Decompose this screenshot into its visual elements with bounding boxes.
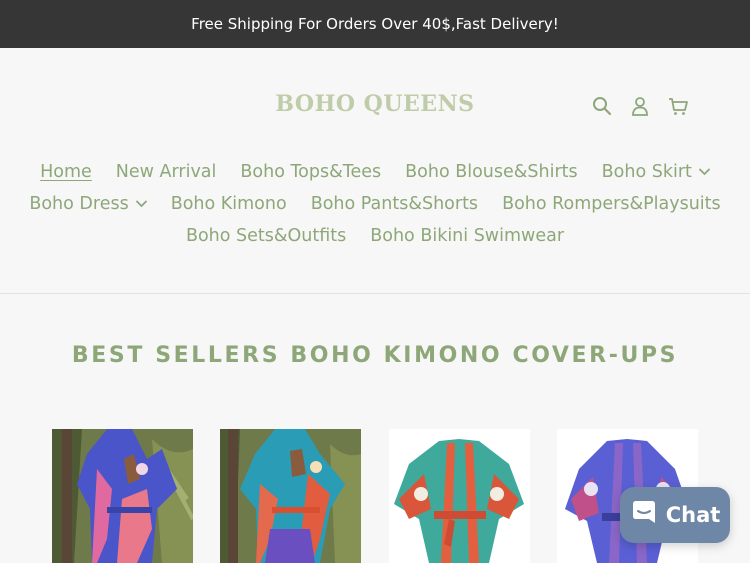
nav-row: Boho Dress Boho Kimono Boho Pants&Shorts Bo… (0, 188, 750, 220)
product-image[interactable] (220, 429, 361, 563)
nav-item-label: Boho Blouse&Shirts (405, 162, 578, 182)
product-card[interactable] (389, 429, 530, 563)
nav-item-boho-bikini-swimwear[interactable]: Boho Bikini Swimwear (370, 226, 564, 246)
product-image[interactable] (389, 429, 530, 563)
nav-item-label: Boho Skirt (601, 162, 692, 182)
nav-item-boho-blouse-shirts[interactable]: Boho Blouse&Shirts (405, 162, 578, 182)
nav-item-label: Boho Dress (29, 194, 129, 214)
nav-item-boho-skirt[interactable]: Boho Skirt (602, 162, 710, 182)
nav-item-label: Boho Kimono (170, 194, 287, 214)
nav-item-label: Boho Bikini Swimwear (370, 226, 565, 246)
chevron-down-icon (135, 200, 147, 208)
product-card[interactable] (220, 429, 361, 563)
account-icon[interactable] (628, 94, 652, 118)
nav-item-label: Boho Rompers&Playsuits (502, 194, 721, 214)
chat-icon (630, 499, 658, 532)
search-icon[interactable] (590, 94, 614, 118)
site-header: BOHO QUEENS Home New Arrival Boho Tops&Tee… (0, 48, 750, 293)
nav-item-boho-tops-tees[interactable]: Boho Tops&Tees (240, 162, 381, 182)
product-image[interactable] (52, 429, 193, 563)
main-navigation: Home New Arrival Boho Tops&Tees Boho Blouse… (0, 156, 750, 252)
nav-item-label: Home (40, 162, 92, 182)
nav-item-boho-rompers-playsuits[interactable]: Boho Rompers&Playsuits (502, 194, 721, 214)
cart-icon[interactable] (666, 94, 690, 118)
announcement-bar: Free Shipping For Orders Over 40$,Fast D… (0, 0, 750, 48)
nav-item-label: Boho Sets&Outfits (185, 226, 347, 246)
nav-row: Home New Arrival Boho Tops&Tees Boho Blouse… (0, 156, 750, 188)
section-title: BEST SELLERS BOHO KIMONO COVER-UPS (71, 343, 679, 368)
nav-item-label: New Arrival (115, 162, 217, 182)
nav-item-boho-pants-shorts[interactable]: Boho Pants&Shorts (311, 194, 478, 214)
announcement-text: Free Shipping For Orders Over 40$,Fast D… (191, 15, 559, 33)
nav-item-label: Boho Tops&Tees (240, 162, 382, 182)
chevron-down-icon (698, 168, 710, 176)
nav-item-boho-dress[interactable]: Boho Dress (29, 194, 147, 214)
nav-item-label: Boho Pants&Shorts (310, 194, 479, 214)
nav-item-boho-kimono[interactable]: Boho Kimono (171, 194, 287, 214)
nav-row: Boho Sets&Outfits Boho Bikini Swimwear (0, 220, 750, 252)
product-card[interactable] (52, 429, 193, 563)
chat-button[interactable]: Chat (620, 487, 730, 543)
nav-item-new-arrival[interactable]: New Arrival (116, 162, 217, 182)
header-divider (0, 293, 750, 294)
nav-item-home[interactable]: Home (40, 162, 92, 182)
nav-item-boho-sets-outfits[interactable]: Boho Sets&Outfits (186, 226, 346, 246)
header-icons (590, 94, 690, 118)
chat-label: Chat (665, 503, 721, 527)
